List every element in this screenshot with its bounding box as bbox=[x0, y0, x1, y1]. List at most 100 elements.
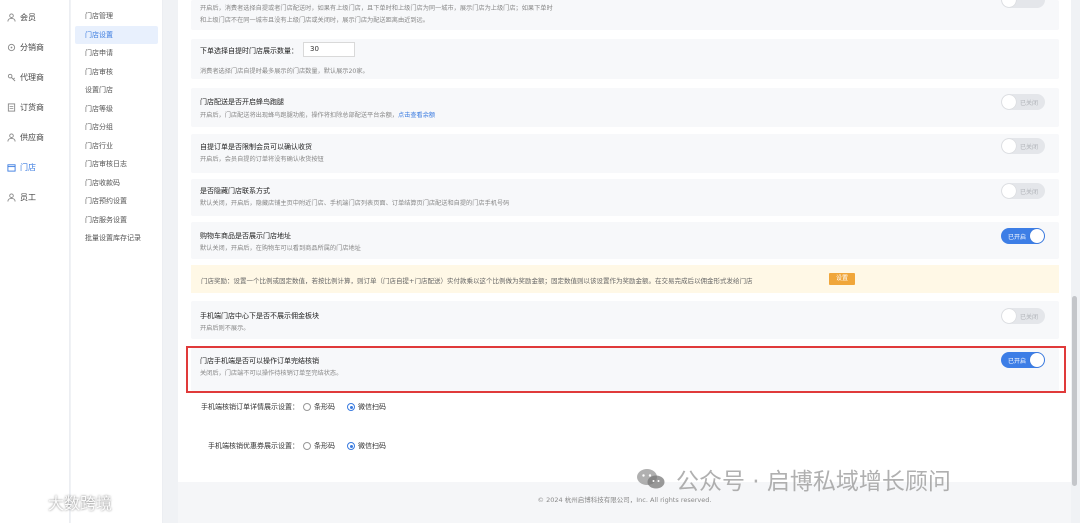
subnav-store-apply[interactable]: 门店申请 bbox=[71, 44, 162, 63]
radio-option-label: 条形码 bbox=[314, 442, 335, 450]
radio-barcode[interactable] bbox=[303, 403, 311, 411]
setting-desc: 消费者选择门店自提时最多展示的门店数量，默认展示20家。 bbox=[200, 68, 369, 75]
setting-desc: 开启后，门店配送将出现蜂鸟跑腿功能，操作将扣除总部配送平台余额，点击查看余额 bbox=[200, 110, 435, 119]
subnav-payment-code[interactable]: 门店收款码 bbox=[71, 174, 162, 193]
nav-item-store[interactable]: 门店 bbox=[0, 152, 69, 182]
toggle-knob bbox=[1030, 229, 1044, 243]
toggle-knob bbox=[1002, 309, 1016, 323]
subnav-store-settings[interactable]: 门店设置 bbox=[75, 25, 158, 44]
setting-title: 购物车商品是否展示门店地址 bbox=[200, 232, 291, 240]
nav-item-label: 分销商 bbox=[20, 42, 44, 52]
toggle-label: 已关闭 bbox=[1019, 189, 1038, 196]
setting-title: 门店配送是否开启蜂鸟跑腿 bbox=[200, 98, 284, 106]
agent-icon bbox=[7, 73, 16, 82]
setting-desc-text: 开启后，门店配送将出现蜂鸟跑腿功能，操作将扣除总部配送平台余额， bbox=[200, 112, 398, 119]
nav-item-label: 订货商 bbox=[20, 102, 44, 112]
nav-item-label: 供应商 bbox=[20, 132, 44, 142]
secondary-sidebar: 门店管理 门店设置 门店申请 门店审核 设置门店 门店等级 门店分组 门店行业 … bbox=[71, 0, 163, 523]
nav-item-orderer[interactable]: 订货商 bbox=[0, 92, 69, 122]
toggle-hide-contact[interactable]: 已关闭 bbox=[1001, 183, 1045, 199]
supplier-icon bbox=[7, 132, 16, 142]
toggle-label: 已关闭 bbox=[1019, 144, 1038, 151]
store-icon bbox=[7, 163, 16, 172]
distributor-icon bbox=[7, 43, 16, 52]
nav-item-label: 门店 bbox=[20, 162, 36, 172]
toggle-commission[interactable]: 已关闭 bbox=[1001, 308, 1045, 324]
scrollbar[interactable] bbox=[1072, 296, 1077, 486]
setting-card-hide-contact: 是否隐藏门店联系方式 默认关闭，开启后，隐藏店铺主页中附近门店、手机端门店列表页… bbox=[191, 179, 1059, 216]
setting-desc: 开启后，会员自提的订单将没有确认收货按钮 bbox=[200, 156, 324, 163]
subnav-set-store[interactable]: 设置门店 bbox=[71, 81, 162, 100]
setting-title: 自提订单是否限制会员可以确认收货 bbox=[200, 143, 312, 151]
highlight-box bbox=[186, 346, 1066, 393]
nav-item-member[interactable]: 会员 bbox=[0, 2, 69, 32]
setting-desc: 默认关闭，开启后，在购物车可以看到商品所属的门店地址 bbox=[200, 245, 361, 252]
reward-notice: 门店奖励：设置一个比例或固定数值，若按比例计算，则订单（门店自提+门店配送）实付… bbox=[191, 265, 1059, 293]
setting-desc: 默认关闭，开启后，隐藏店铺主页中附近门店、手机端门店列表页面、订单结算页门店配送… bbox=[200, 200, 510, 207]
nav-item-distributor[interactable]: 分销商 bbox=[0, 32, 69, 62]
setting-card-commission: 手机端门店中心下是否不展示佣金板块 开启后则不展示。 已关闭 bbox=[191, 301, 1059, 339]
staff-icon bbox=[7, 192, 16, 202]
reward-notice-text: 门店奖励：设置一个比例或固定数值，若按比例计算，则订单（门店自提+门店配送）实付… bbox=[201, 277, 753, 285]
setting-card-confirm-receipt: 自提订单是否限制会员可以确认收货 开启后，会员自提的订单将没有确认收货按钮 已关… bbox=[191, 134, 1059, 173]
nav-item-supplier[interactable]: 供应商 bbox=[0, 122, 69, 152]
wechat-icon bbox=[636, 467, 666, 491]
toggle-knob bbox=[1002, 95, 1016, 109]
coupon-display-setting: 手机端核销优惠券展示设置： 条形码 微信扫码 bbox=[208, 441, 386, 451]
check-balance-link[interactable]: 点击查看余额 bbox=[398, 112, 435, 119]
toggle-superior-store[interactable] bbox=[1001, 0, 1045, 8]
subnav-store-industry[interactable]: 门店行业 bbox=[71, 137, 162, 156]
toggle-knob bbox=[1002, 139, 1016, 153]
nav-item-agent[interactable]: 代理商 bbox=[0, 62, 69, 92]
toggle-knob bbox=[1002, 184, 1016, 198]
toggle-label: 已开启 bbox=[1008, 234, 1027, 241]
toggle-confirm-receipt[interactable]: 已关闭 bbox=[1001, 138, 1045, 154]
reward-settings-button[interactable]: 设置 bbox=[829, 273, 855, 285]
toggle-label: 已关闭 bbox=[1019, 100, 1038, 107]
setting-card-fengniao: 门店配送是否开启蜂鸟跑腿 开启后，门店配送将出现蜂鸟跑腿功能，操作将扣除总部配送… bbox=[191, 88, 1059, 127]
nav-item-staff[interactable]: 员工 bbox=[0, 182, 69, 212]
radio-barcode[interactable] bbox=[303, 442, 311, 450]
subnav-store-manage[interactable]: 门店管理 bbox=[71, 7, 162, 26]
setting-card-superior-store: 开启后，消费者选择自提或者门店配送时，如果有上级门店，且下单时和上级门店为同一城… bbox=[191, 0, 1059, 30]
setting-card-pickup-count: 下单选择自提时门店展示数量： 30 消费者选择门店自提时最多展示的门店数量，默认… bbox=[191, 39, 1059, 79]
radio-wechat-scan[interactable] bbox=[347, 442, 355, 450]
order-detail-display-setting: 手机端核销订单详情展示设置： 条形码 微信扫码 bbox=[201, 402, 386, 412]
radio-group-label: 手机端核销订单详情展示设置： bbox=[201, 403, 299, 411]
subnav-batch-stock-log[interactable]: 批量设置库存记录 bbox=[71, 229, 162, 248]
watermark-left-text: 大数跨境 bbox=[48, 494, 113, 513]
watermark-right-text: 公众号 · 启博私域增长顾问 bbox=[676, 469, 951, 495]
setting-card-cart-address: 购物车商品是否展示门店地址 默认关闭，开启后，在购物车可以看到商品所属的门店地址… bbox=[191, 222, 1059, 259]
watermark-right: 公众号 · 启博私域增长顾问 bbox=[636, 462, 951, 496]
nav-item-label: 代理商 bbox=[20, 72, 44, 82]
setting-desc: 和上级门店不在同一城市且没有上级门店或关闭时，展示门店为配送距离由近到远。 bbox=[200, 17, 429, 24]
setting-title: 手机端门店中心下是否不展示佣金板块 bbox=[200, 312, 319, 320]
subnav-store-level[interactable]: 门店等级 bbox=[71, 100, 162, 119]
radio-option-label: 微信扫码 bbox=[358, 442, 386, 450]
toggle-fengniao[interactable]: 已关闭 bbox=[1001, 94, 1045, 110]
setting-title: 下单选择自提时门店展示数量： bbox=[200, 47, 298, 55]
setting-desc: 开启后，消费者选择自提或者门店配送时，如果有上级门店，且下单时和上级门店为同一城… bbox=[200, 5, 553, 12]
toggle-knob bbox=[1002, 0, 1016, 7]
user-icon bbox=[7, 12, 16, 22]
radio-option-label: 条形码 bbox=[314, 403, 335, 411]
subnav-service-settings[interactable]: 门店服务设置 bbox=[71, 211, 162, 230]
order-icon bbox=[7, 102, 16, 112]
subnav-review-log[interactable]: 门店审核日志 bbox=[71, 155, 162, 174]
watermark-logo-icon bbox=[8, 493, 44, 512]
nav-item-label: 会员 bbox=[20, 12, 36, 22]
setting-title: 是否隐藏门店联系方式 bbox=[200, 187, 270, 195]
radio-wechat-scan[interactable] bbox=[347, 403, 355, 411]
radio-group-label: 手机端核销优惠券展示设置： bbox=[208, 442, 299, 450]
toggle-label: 已关闭 bbox=[1019, 314, 1038, 321]
nav-item-label: 员工 bbox=[20, 192, 36, 202]
subnav-booking-settings[interactable]: 门店预约设置 bbox=[71, 192, 162, 211]
subnav-store-group[interactable]: 门店分组 bbox=[71, 118, 162, 137]
toggle-cart-address[interactable]: 已开启 bbox=[1001, 228, 1045, 244]
setting-desc: 开启后则不展示。 bbox=[200, 325, 250, 332]
radio-option-label: 微信扫码 bbox=[358, 403, 386, 411]
primary-sidebar: 会员 分销商 代理商 订货商 供应商 门店 员工 bbox=[0, 0, 70, 523]
subnav-store-review[interactable]: 门店审核 bbox=[71, 63, 162, 82]
watermark-left: 大数跨境 bbox=[8, 490, 112, 514]
pickup-count-input[interactable]: 30 bbox=[303, 42, 355, 57]
